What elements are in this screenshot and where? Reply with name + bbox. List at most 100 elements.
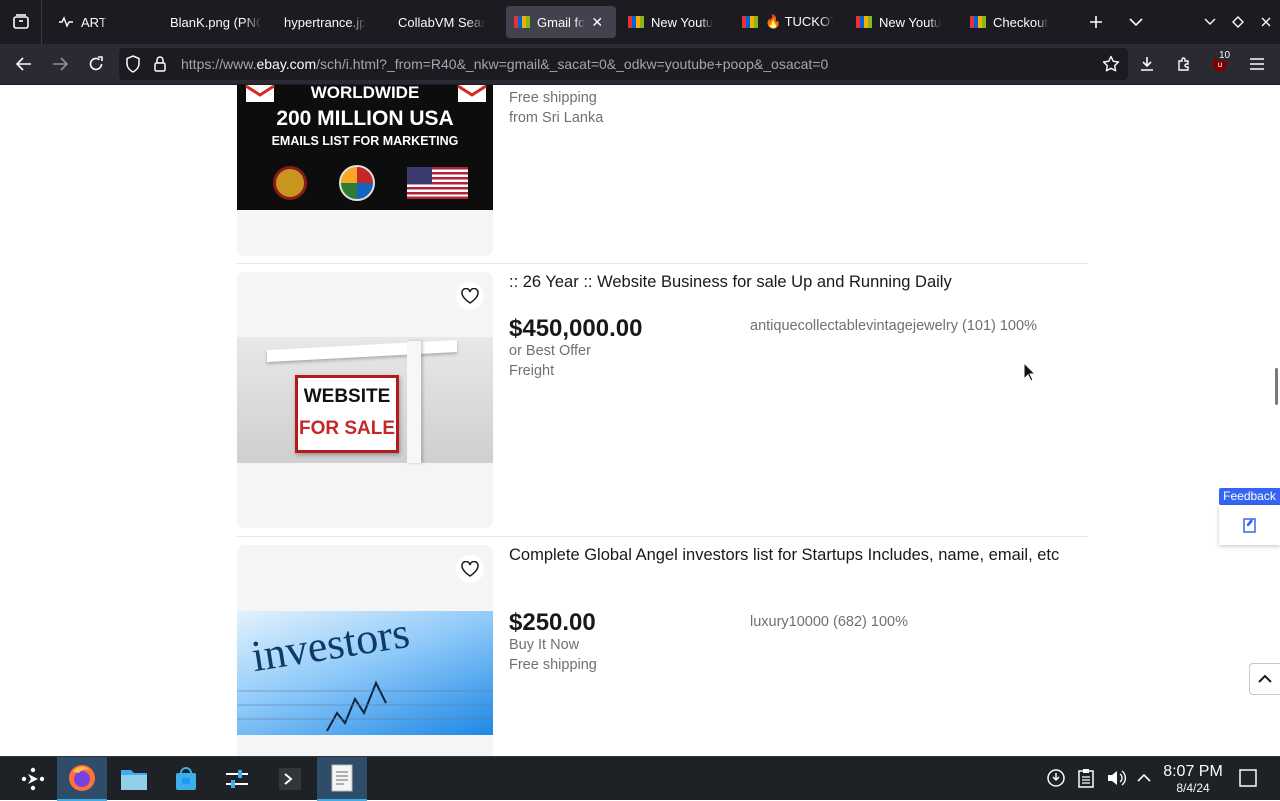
sign-text-line: FOR SALE bbox=[298, 418, 396, 439]
close-tab-icon[interactable]: ✕ bbox=[591, 14, 603, 31]
tab-collabvm[interactable]: CollabVM Sear bbox=[390, 6, 498, 38]
url-text[interactable]: https://www.ebay.com/sch/i.html?_from=R4… bbox=[181, 56, 828, 72]
url-domain: ebay.com bbox=[256, 56, 317, 72]
listing-price: $450,000.00 bbox=[509, 315, 643, 342]
watch-heart-icon[interactable] bbox=[456, 282, 484, 310]
tracking-protection-shield-icon[interactable] bbox=[125, 55, 141, 78]
terminal-icon[interactable] bbox=[265, 757, 315, 801]
show-hidden-tray-icon[interactable] bbox=[1133, 767, 1155, 789]
ebay-favicon-icon bbox=[628, 16, 644, 28]
tab-title: hypertrance.jp bbox=[284, 14, 367, 30]
divider bbox=[237, 263, 1088, 264]
usa-flag-icon bbox=[407, 167, 468, 199]
watch-heart-icon[interactable] bbox=[456, 555, 484, 583]
listing-price: $250.00 bbox=[509, 609, 596, 636]
shipping-text: Freight bbox=[509, 363, 555, 379]
chevron-up-icon bbox=[1258, 674, 1272, 683]
listing-image[interactable]: investors bbox=[237, 611, 493, 735]
listing-item: investors Complete Global Angel investor… bbox=[237, 545, 1088, 756]
ebay-favicon-icon bbox=[970, 16, 986, 28]
clipboard-icon[interactable] bbox=[1075, 767, 1097, 789]
bookmark-star-icon[interactable] bbox=[1102, 55, 1120, 78]
mouse-pointer-icon bbox=[1023, 362, 1037, 382]
list-all-tabs-icon[interactable] bbox=[1120, 0, 1152, 44]
ebay-favicon-icon bbox=[856, 16, 872, 28]
image-caption-line: WORLDWIDE bbox=[310, 85, 420, 102]
listing-title[interactable]: :: 26 Year :: Website Business for sale … bbox=[509, 272, 1084, 293]
listing-title[interactable]: Complete Global Angel investors list for… bbox=[509, 545, 1084, 566]
discover-store-icon[interactable] bbox=[161, 757, 211, 801]
tab-title: Gmail fo bbox=[537, 14, 586, 30]
tab-title: New Youtu bbox=[651, 14, 714, 30]
ebay-favicon-icon bbox=[514, 16, 530, 28]
listing-item: WORLDWIDE 200 MILLION USA EMAILS LIST FO… bbox=[237, 85, 1088, 256]
feedback-note-icon[interactable] bbox=[1219, 505, 1280, 545]
new-tab-icon[interactable] bbox=[1080, 0, 1112, 44]
waveform-icon bbox=[58, 16, 74, 28]
scrollbar-thumb[interactable] bbox=[1275, 368, 1278, 405]
divider bbox=[237, 536, 1088, 537]
globe-flags-icon bbox=[339, 165, 375, 201]
tab-blank-png[interactable]: BlanK.png (PNG bbox=[162, 6, 270, 38]
clock-time: 8:07 PM bbox=[1163, 763, 1223, 780]
volume-icon[interactable] bbox=[1105, 767, 1127, 789]
back-arrow-icon[interactable] bbox=[7, 44, 41, 84]
text-editor-icon[interactable] bbox=[317, 757, 367, 801]
forward-arrow-icon[interactable] bbox=[43, 44, 77, 84]
tab-manager-icon[interactable] bbox=[0, 0, 42, 44]
tab-checkout[interactable]: Checkout bbox=[962, 6, 1070, 38]
shipping-text: Free shipping bbox=[509, 657, 597, 673]
seller-info: antiquecollectablevintagejewelry (101) 1… bbox=[750, 318, 1037, 334]
sign-text-line: WEBSITE bbox=[303, 386, 391, 407]
purchase-format: Buy It Now bbox=[509, 637, 580, 653]
tab-title: ART bbox=[81, 14, 107, 30]
lock-icon[interactable] bbox=[153, 55, 167, 78]
for-sale-sign: WEBSITE FOR SALE bbox=[295, 375, 399, 453]
show-desktop-icon[interactable] bbox=[1237, 767, 1259, 789]
hamburger-menu-icon[interactable] bbox=[1240, 44, 1274, 84]
reload-icon[interactable] bbox=[79, 44, 113, 84]
url-prefix: https://www. bbox=[181, 56, 257, 72]
address-bar[interactable]: https://www.ebay.com/sch/i.html?_from=R4… bbox=[119, 48, 1128, 80]
image-caption-line: EMAILS LIST FOR MARKETING bbox=[271, 134, 459, 148]
feedback-label[interactable]: Feedback bbox=[1219, 488, 1280, 505]
purchase-format: or Best Offer bbox=[509, 343, 591, 359]
sign-post bbox=[407, 341, 421, 463]
seller-info: luxury10000 (682) 100% bbox=[750, 614, 908, 630]
listing-image[interactable]: WEBSITE FOR SALE bbox=[237, 337, 493, 463]
extensions-puzzle-icon[interactable] bbox=[1167, 44, 1201, 84]
system-settings-icon[interactable] bbox=[212, 757, 262, 801]
navigation-toolbar: https://www.ebay.com/sch/i.html?_from=R4… bbox=[0, 44, 1280, 85]
extension-badge-count: 10 bbox=[1217, 50, 1233, 61]
firefox-taskbar-icon[interactable] bbox=[57, 757, 107, 801]
tab-tuckot[interactable]: 🔥 TUCKOT bbox=[734, 6, 842, 38]
update-notifier-icon[interactable] bbox=[1045, 767, 1067, 789]
url-path: /sch/i.html?_from=R40&_nkw=gmail&_sacat=… bbox=[316, 56, 829, 72]
file-manager-icon[interactable] bbox=[109, 757, 159, 801]
tab-new-youtube-2[interactable]: New Youtu bbox=[848, 6, 956, 38]
tab-title: CollabVM Sear bbox=[398, 14, 486, 30]
back-to-top-button[interactable] bbox=[1249, 663, 1280, 695]
listing-image-card[interactable]: WEBSITE FOR SALE bbox=[237, 272, 493, 528]
tab-title: Checkout bbox=[993, 14, 1048, 30]
downloads-icon[interactable] bbox=[1130, 44, 1164, 84]
clock-date: 8/4/24 bbox=[1176, 781, 1210, 795]
ebay-favicon-icon bbox=[742, 16, 758, 28]
sign-post-bar bbox=[267, 340, 457, 362]
listing-item: WEBSITE FOR SALE :: 26 Year :: Website B… bbox=[237, 272, 1088, 528]
app-launcher-icon[interactable] bbox=[8, 757, 58, 801]
shipping-text: Free shipping bbox=[509, 90, 597, 106]
tab-new-youtube-1[interactable]: New Youtu bbox=[620, 6, 728, 38]
listing-image[interactable]: WORLDWIDE 200 MILLION USA EMAILS LIST FO… bbox=[237, 85, 493, 210]
clock[interactable]: 8:07 PM 8/4/24 bbox=[1158, 763, 1228, 795]
svg-text:u: u bbox=[1218, 60, 1222, 69]
tab-gmail-active[interactable]: Gmail fo ✕ bbox=[506, 6, 616, 38]
feedback-widget[interactable]: Feedback bbox=[1219, 488, 1280, 548]
close-window-icon[interactable] bbox=[1250, 0, 1280, 44]
stock-chart-graphic bbox=[237, 680, 493, 732]
listing-image-card[interactable]: investors bbox=[237, 545, 493, 756]
listing-image-card[interactable]: WORLDWIDE 200 MILLION USA EMAILS LIST FO… bbox=[237, 85, 493, 256]
tab-hypertrance[interactable]: hypertrance.jp bbox=[276, 6, 384, 38]
ebay-search-results: WORLDWIDE 200 MILLION USA EMAILS LIST FO… bbox=[0, 85, 1280, 756]
tab-art[interactable]: ART bbox=[50, 6, 158, 38]
